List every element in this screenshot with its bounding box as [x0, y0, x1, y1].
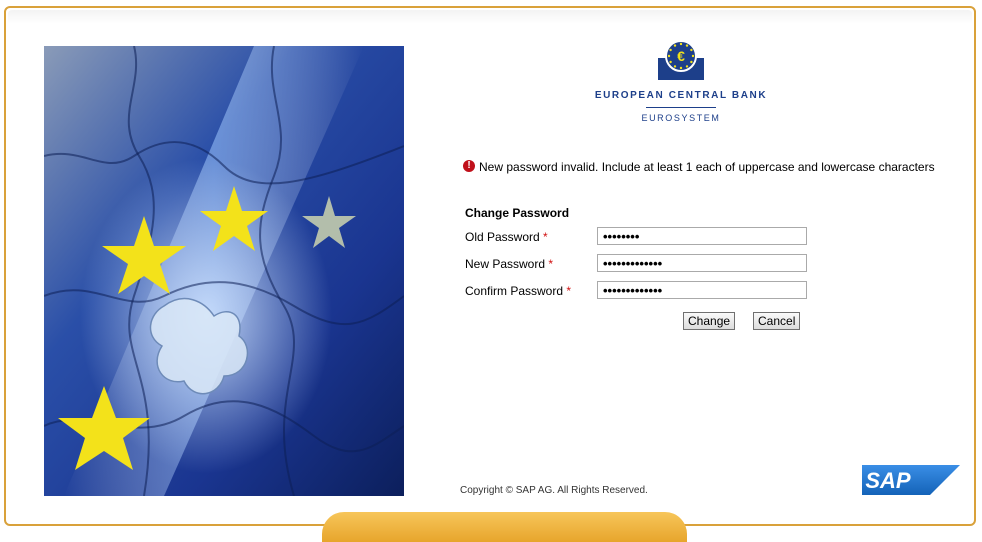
ecb-logo: € EUROPEAN CENTRAL BANK EUROSYSTEM: [581, 40, 781, 123]
logo-title: EUROPEAN CENTRAL BANK: [594, 90, 768, 101]
ecb-emblem-icon: €: [658, 40, 704, 80]
sap-logo-text: SAP: [865, 468, 911, 493]
copyright-text: Copyright © SAP AG. All Rights Reserved.: [460, 485, 648, 496]
change-button[interactable]: Change: [683, 312, 736, 330]
euro-symbol: €: [677, 48, 685, 64]
form-title: Change Password: [465, 206, 570, 220]
confirm-password-field[interactable]: [597, 281, 807, 299]
logo-divider: [646, 107, 716, 108]
confirm-password-row: Confirm Password * •••••••••••••: [465, 281, 825, 301]
bottom-tab-decoration: [322, 512, 687, 542]
old-password-label: Old Password *: [465, 230, 548, 244]
error-text: New password invalid. Include at least 1…: [479, 160, 935, 174]
error-message: ! New password invalid. Include at least …: [463, 160, 963, 174]
old-password-field[interactable]: [597, 227, 807, 245]
required-marker: *: [548, 257, 554, 271]
hero-image-eu-puzzle: [44, 46, 404, 496]
sap-logo-icon: SAP: [862, 465, 960, 495]
old-password-row: Old Password * ••••••••: [465, 227, 825, 247]
required-marker: *: [566, 284, 572, 298]
confirm-password-label: Confirm Password *: [465, 284, 572, 298]
error-icon: !: [463, 160, 475, 172]
cancel-button[interactable]: Cancel: [753, 312, 801, 330]
new-password-label: New Password *: [465, 257, 554, 271]
new-password-row: New Password * •••••••••••••: [465, 254, 825, 274]
required-marker: *: [543, 230, 548, 244]
frame-top-shade: [8, 10, 972, 24]
new-password-field[interactable]: [597, 254, 807, 272]
logo-subtitle: EUROSYSTEM: [641, 113, 721, 123]
